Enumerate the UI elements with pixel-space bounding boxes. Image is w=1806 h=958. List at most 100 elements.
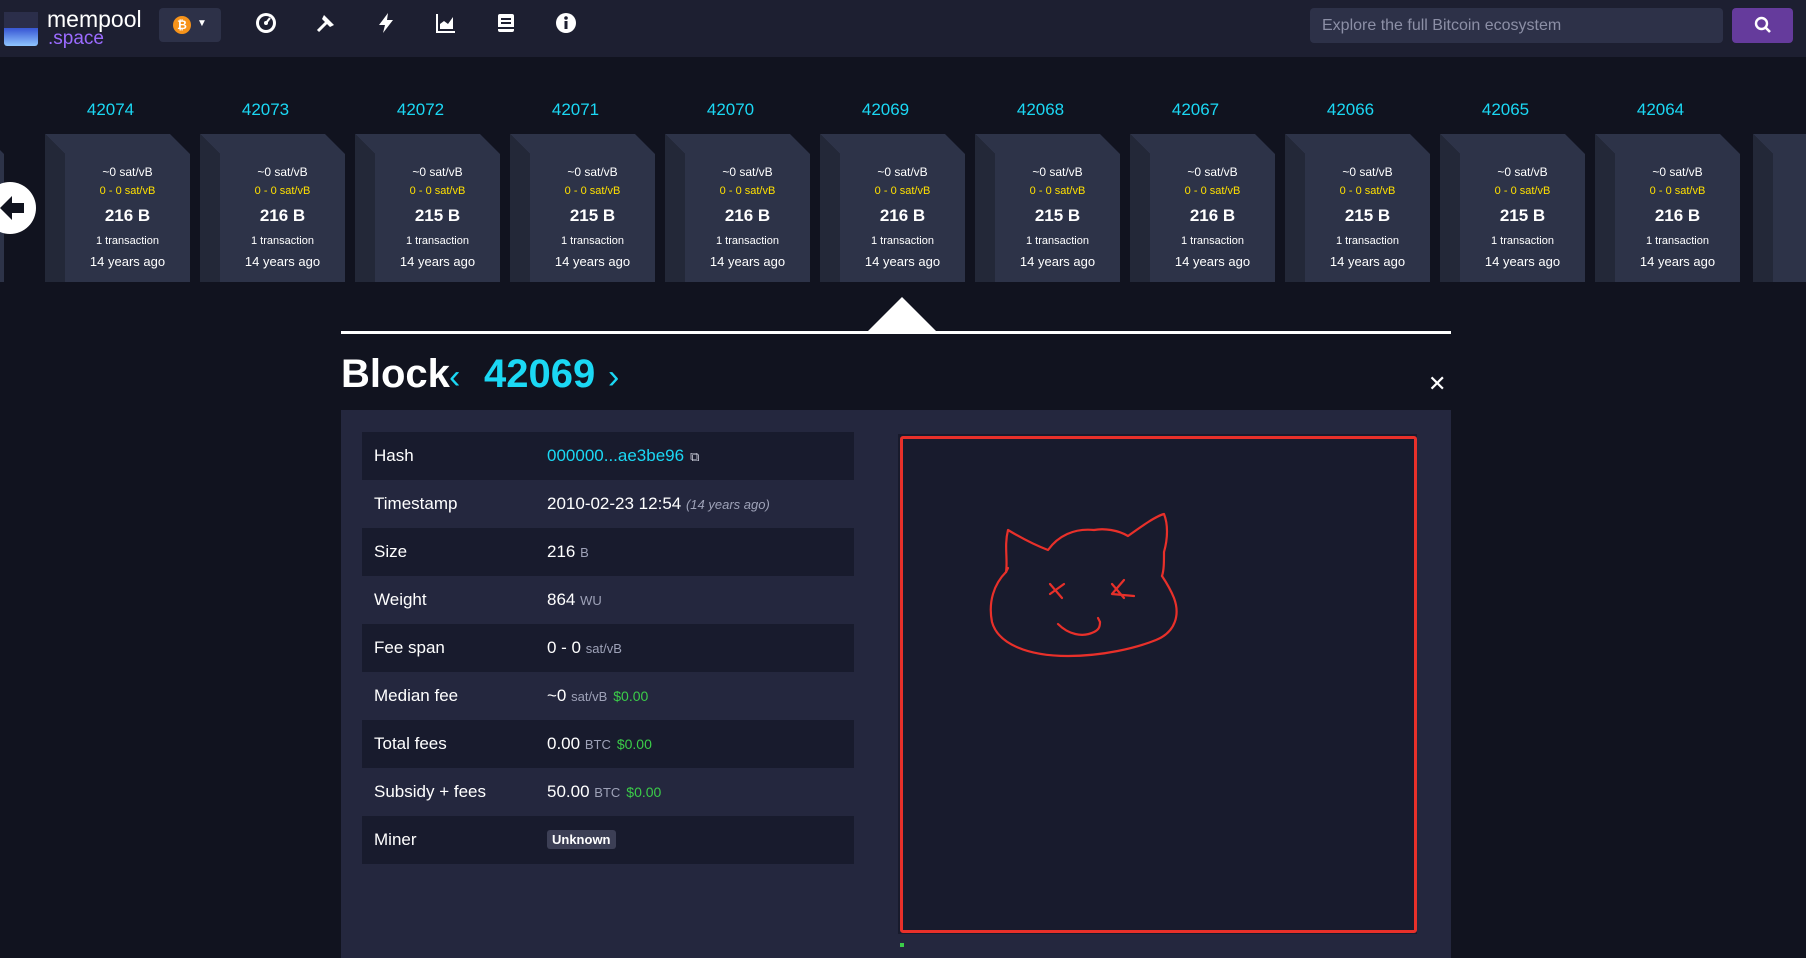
block-median-fee: ~0 sat/vB <box>257 165 308 179</box>
cube-top <box>1595 134 1740 154</box>
block-42065[interactable]: 42065 ~0 sat/vB 0 - 0 sat/vB 215 B 1 transac… <box>1433 100 1593 290</box>
block-height-link[interactable]: 42073 <box>193 100 338 120</box>
block-fee-range: 0 - 0 sat/vB <box>409 185 466 197</box>
block-fee-range: 0 - 0 sat/vB <box>99 185 156 197</box>
block-cube[interactable]: ~0 sat/vB 0 - 0 sat/vB 216 B 1 transaction 1… <box>1130 134 1275 282</box>
cube-face: ~0 sat/vB 0 - 0 sat/vB 216 B 1 transaction 1… <box>685 154 810 282</box>
total-fees-usd: $0.00 <box>616 736 652 752</box>
scroll-left-button[interactable] <box>0 182 36 234</box>
block-number: 42069 <box>484 352 596 396</box>
block-size: 216 B <box>1189 206 1236 225</box>
chevron-down-icon: ▼ <box>197 18 207 29</box>
block-cube[interactable]: ~0 sat/vB 0 - 0 sat/vB 216 B 1 transaction 1… <box>45 134 190 282</box>
block-42066[interactable]: 42066 ~0 sat/vB 0 - 0 sat/vB 215 B 1 transac… <box>1278 100 1438 290</box>
block-cube[interactable]: ~0 sat/vB 0 - 0 sat/vB 216 B 1 transaction 1… <box>665 134 810 282</box>
network-selector[interactable]: ₿ ▼ <box>159 8 221 42</box>
block-height-link[interactable]: 42072 <box>348 100 493 120</box>
block-42071[interactable]: 42071 ~0 sat/vB 0 - 0 sat/vB 215 B 1 transac… <box>503 100 663 290</box>
block-cube[interactable]: ~0 sat/vB 0 - 0 sat/vB 216 B 1 transaction 1… <box>820 134 965 282</box>
block-age: 14 years ago <box>399 254 476 269</box>
block-age: 14 years ago <box>1329 254 1406 269</box>
total-fees-label: Total fees <box>374 734 447 753</box>
block-fee-range: 0 - 0 sat/vB <box>564 185 621 197</box>
block-cube[interactable]: ~0 sat/vB 0 - 0 sat/vB 215 B 1 transaction 1… <box>1285 134 1430 282</box>
cube-face: ~0 sat/vB 0 - 0 sat/vB 216 B 1 transaction 1… <box>840 154 965 282</box>
clipboard-icon[interactable]: ⧉ <box>690 449 699 465</box>
block-tx-count: 1 transaction <box>1026 235 1089 247</box>
block-tx-count: 1 transaction <box>716 235 779 247</box>
block-42064[interactable]: 42064 ~0 sat/vB 0 - 0 sat/vB 216 B 1 transac… <box>1588 100 1748 290</box>
arrow-left-icon <box>0 196 24 220</box>
block-height-link[interactable]: 42070 <box>658 100 803 120</box>
cube-face: ~0 sat/vB 0 - 0 sat/vB 215 B 1 transaction 1… <box>995 154 1120 282</box>
block-cube[interactable]: ~0 sat/vB 0 - 0 sat/vB 215 B 1 transaction 1… <box>355 134 500 282</box>
block-height-link[interactable]: 42066 <box>1278 100 1423 120</box>
about-icon[interactable] <box>554 12 578 36</box>
block-42073[interactable]: 42073 ~0 sat/vB 0 - 0 sat/vB 216 B 1 transac… <box>193 100 353 290</box>
mining-icon[interactable] <box>314 12 338 36</box>
block-height-link[interactable]: 42069 <box>813 100 958 120</box>
total-fees-value: 0.00 <box>547 734 581 753</box>
close-icon[interactable]: ✕ <box>1428 371 1446 397</box>
cube-side <box>1130 134 1150 282</box>
miner-label: Miner <box>374 830 417 849</box>
block-cube[interactable]: ~0 sat/vB 0 - 0 sat/vB 215 B 1 transaction 1… <box>975 134 1120 282</box>
block-tx-count: 1 transaction <box>406 235 469 247</box>
search-button[interactable] <box>1732 8 1793 43</box>
block-height-link[interactable]: 42067 <box>1123 100 1268 120</box>
weight-unit: WU <box>580 593 602 608</box>
block-height-link[interactable]: 42068 <box>968 100 1113 120</box>
block-median-fee: ~0 sat/vB <box>567 165 618 179</box>
block-size: 216 B <box>879 206 926 225</box>
block-median-fee: ~0 sat/vB <box>1187 165 1238 179</box>
block-42069[interactable]: 42069 ~0 sat/vB 0 - 0 sat/vB 216 B 1 transac… <box>813 100 973 290</box>
block-fee-range: 0 - 0 sat/vB <box>1494 185 1551 197</box>
block-cube[interactable]: ~0 sat/vB 0 - 0 sat/vB 216 B 1 transaction 1… <box>1595 134 1740 282</box>
lightning-icon[interactable] <box>374 12 398 36</box>
block-height-link[interactable]: 42065 <box>1433 100 1578 120</box>
block-age: 14 years ago <box>1019 254 1096 269</box>
hash-label: Hash <box>374 446 414 465</box>
block-42074[interactable]: 42074 ~0 sat/vB 0 - 0 sat/vB 216 B 1 transac… <box>38 100 198 290</box>
cube-face: ~0 sat/vB 0 - 0 sat/vB 216 B 1 transaction 1… <box>65 154 190 282</box>
dashboard-icon[interactable] <box>254 12 278 36</box>
weight-label: Weight <box>374 590 427 609</box>
block-42072[interactable]: 42072 ~0 sat/vB 0 - 0 sat/vB 215 B 1 transac… <box>348 100 508 290</box>
previous-block-chevron-icon[interactable]: ‹ <box>449 358 460 397</box>
cube-face: ~0 sat/vB 0 - 0 sat/vB 215 B 1 transaction 1… <box>530 154 655 282</box>
weight-value: 864 <box>547 590 576 609</box>
block-cube[interactable]: ~0 sat/vB 0 - 0 sat/vB 215 B 1 transaction 1… <box>1440 134 1585 282</box>
block-cube[interactable]: ~0 sat/vB 0 - 0 sat/vB 216 B 1 transaction 1… <box>200 134 345 282</box>
subsidy-fees-label: Subsidy + fees <box>374 782 486 801</box>
block-height-link[interactable]: 42074 <box>38 100 183 120</box>
logo-subtext: .space <box>48 28 104 49</box>
block-height-link[interactable]: 42071 <box>503 100 648 120</box>
block-cube[interactable]: ~0 sat/vB 0 - 0 sat/vB 215 B 1 transaction 1… <box>510 134 655 282</box>
block-age: 14 years ago <box>89 254 166 269</box>
cube-top <box>45 134 190 154</box>
block-fee-range: 0 - 0 sat/vB <box>1184 185 1241 197</box>
table-row-fee-span: Fee span 0 - 0 sat/vB <box>362 624 854 672</box>
mempool-logo[interactable]: mempool .space <box>4 6 144 49</box>
cube-side <box>1285 134 1305 282</box>
median-fee-value: ~0 <box>547 686 567 705</box>
search-input[interactable] <box>1310 8 1723 43</box>
median-fee-label: Median fee <box>374 686 459 705</box>
block-size: 216 B <box>259 206 306 225</box>
graphs-icon[interactable] <box>434 12 458 36</box>
fee-span-value: 0 - 0 <box>547 638 582 657</box>
block-42067[interactable]: 42067 ~0 sat/vB 0 - 0 sat/vB 216 B 1 transac… <box>1123 100 1283 290</box>
bitcoin-icon: ₿ <box>173 16 191 34</box>
block-size: 215 B <box>414 206 461 225</box>
miner-badge[interactable]: Unknown <box>547 830 616 849</box>
docs-icon[interactable] <box>494 12 518 36</box>
next-block-chevron-icon[interactable]: › <box>608 358 619 397</box>
table-row-total-fees: Total fees 0.00 BTC $0.00 <box>362 720 854 768</box>
total-fees-unit: BTC <box>584 737 611 752</box>
block-42070[interactable]: 42070 ~0 sat/vB 0 - 0 sat/vB 216 B 1 transac… <box>658 100 818 290</box>
block-42068[interactable]: 42068 ~0 sat/vB 0 - 0 sat/vB 215 B 1 transac… <box>968 100 1128 290</box>
block-fee-range: 0 - 0 sat/vB <box>719 185 776 197</box>
block-median-fee: ~0 sat/vB <box>1342 165 1393 179</box>
block-height-link[interactable]: 42064 <box>1588 100 1733 120</box>
block-hash-link[interactable]: 000000...ae3be96 <box>547 446 684 465</box>
